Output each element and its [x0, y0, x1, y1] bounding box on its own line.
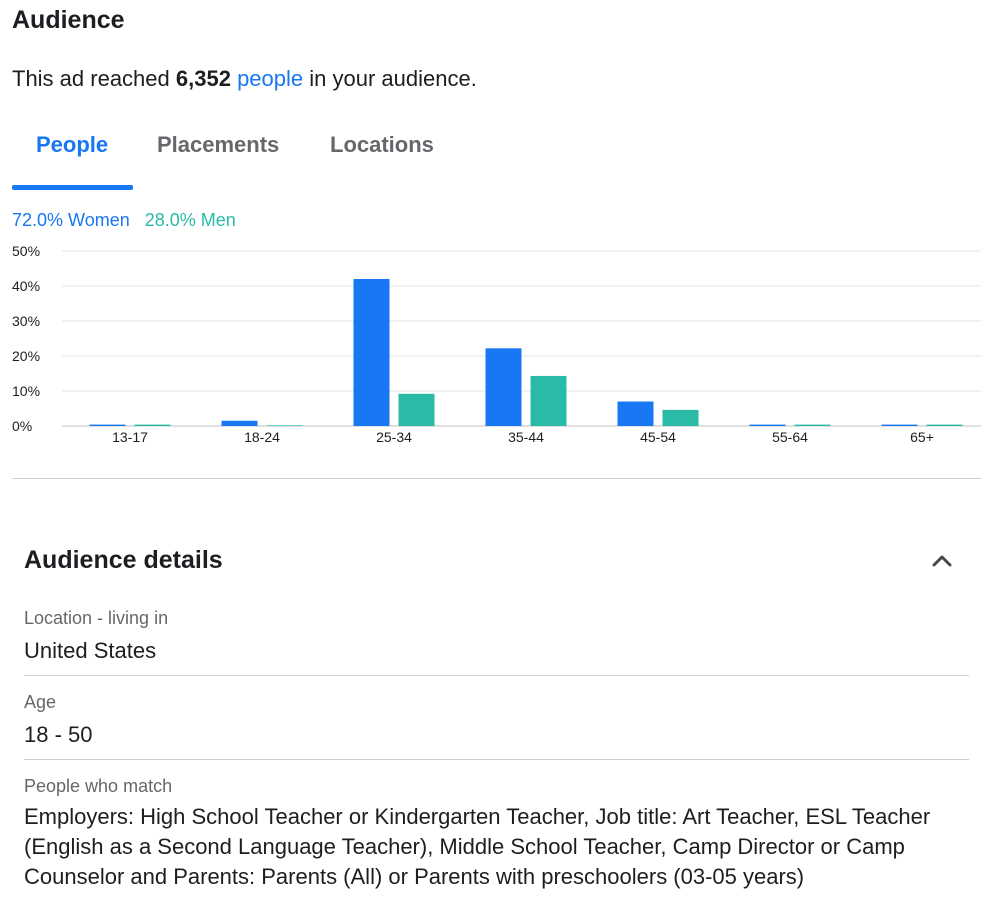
x-tick-label: 45-54 — [640, 429, 676, 445]
bar-women-45-54 — [617, 401, 654, 426]
bar-men-13-17 — [134, 424, 171, 426]
age-gender-bar-chart: 0% 10% 20% 30% 40% 50% 13-17 18-24 25-34 35-44 45… — [12, 243, 981, 445]
bar-women-13-17 — [89, 424, 126, 426]
chevron-up-icon — [932, 555, 952, 567]
people-who-match-label: People who match — [24, 776, 173, 796]
bar-men-45-54 — [662, 409, 699, 426]
row-divider — [24, 759, 969, 760]
y-tick-label: 40% — [12, 278, 40, 294]
bar-men-18-24 — [266, 425, 303, 426]
bar-men-35-44 — [530, 375, 567, 426]
reach-prefix: This ad reached — [12, 66, 176, 91]
reach-count: 6,352 — [175, 66, 231, 91]
x-tick-label: 35-44 — [508, 429, 544, 445]
gender-legend: 72.0% Women 28.0% Men — [12, 210, 236, 231]
people-who-match-value: Employers: High School Teacher or Kinder… — [24, 804, 931, 889]
legend-women: 72.0% Women — [12, 210, 130, 230]
audience-title: Audience — [12, 6, 125, 34]
tab-people[interactable]: People — [36, 132, 108, 158]
age-label: Age — [24, 692, 57, 712]
bar-men-55-64 — [794, 424, 831, 426]
audience-details-title: Audience details — [24, 546, 223, 574]
legend-men: 28.0% Men — [144, 210, 236, 230]
tab-locations[interactable]: Locations — [330, 132, 434, 158]
bar-men-25-34 — [398, 393, 435, 426]
bar-women-35-44 — [485, 348, 522, 426]
x-tick-label: 25-34 — [376, 429, 412, 445]
x-tick-label: 55-64 — [772, 429, 808, 445]
reach-summary: This ad reached 6,352 people in your aud… — [12, 66, 477, 92]
bar-women-55-64 — [749, 424, 786, 426]
y-tick-label: 0% — [12, 418, 32, 434]
reach-suffix: in your audience. — [303, 66, 477, 91]
tab-placements[interactable]: Placements — [157, 132, 279, 158]
section-divider — [12, 478, 981, 479]
y-tick-label: 30% — [12, 313, 40, 329]
x-tick-label: 65+ — [910, 429, 934, 445]
x-tick-label: 13-17 — [112, 429, 148, 445]
y-tick-label: 50% — [12, 243, 40, 259]
age-value: 18 - 50 — [24, 722, 93, 747]
bar-women-65+ — [881, 424, 918, 426]
row-divider — [24, 675, 969, 676]
collapse-details-button[interactable] — [928, 548, 956, 572]
people-link[interactable]: people — [237, 66, 303, 91]
bar-women-25-34 — [353, 279, 390, 426]
x-axis-labels: 13-17 18-24 25-34 35-44 45-54 55-64 65+ — [112, 429, 934, 445]
audience-tabs: People Placements Locations — [12, 118, 492, 192]
y-axis-labels: 0% 10% 20% 30% 40% 50% — [12, 243, 40, 434]
location-value: United States — [24, 638, 157, 663]
y-tick-label: 10% — [12, 383, 40, 399]
x-tick-label: 18-24 — [244, 429, 280, 445]
location-label: Location - living in — [24, 608, 169, 628]
bar-women-18-24 — [221, 420, 258, 426]
bar-men-65+ — [926, 424, 963, 426]
active-tab-indicator — [12, 185, 133, 190]
chart-bars — [89, 279, 963, 426]
y-tick-label: 20% — [12, 348, 40, 364]
